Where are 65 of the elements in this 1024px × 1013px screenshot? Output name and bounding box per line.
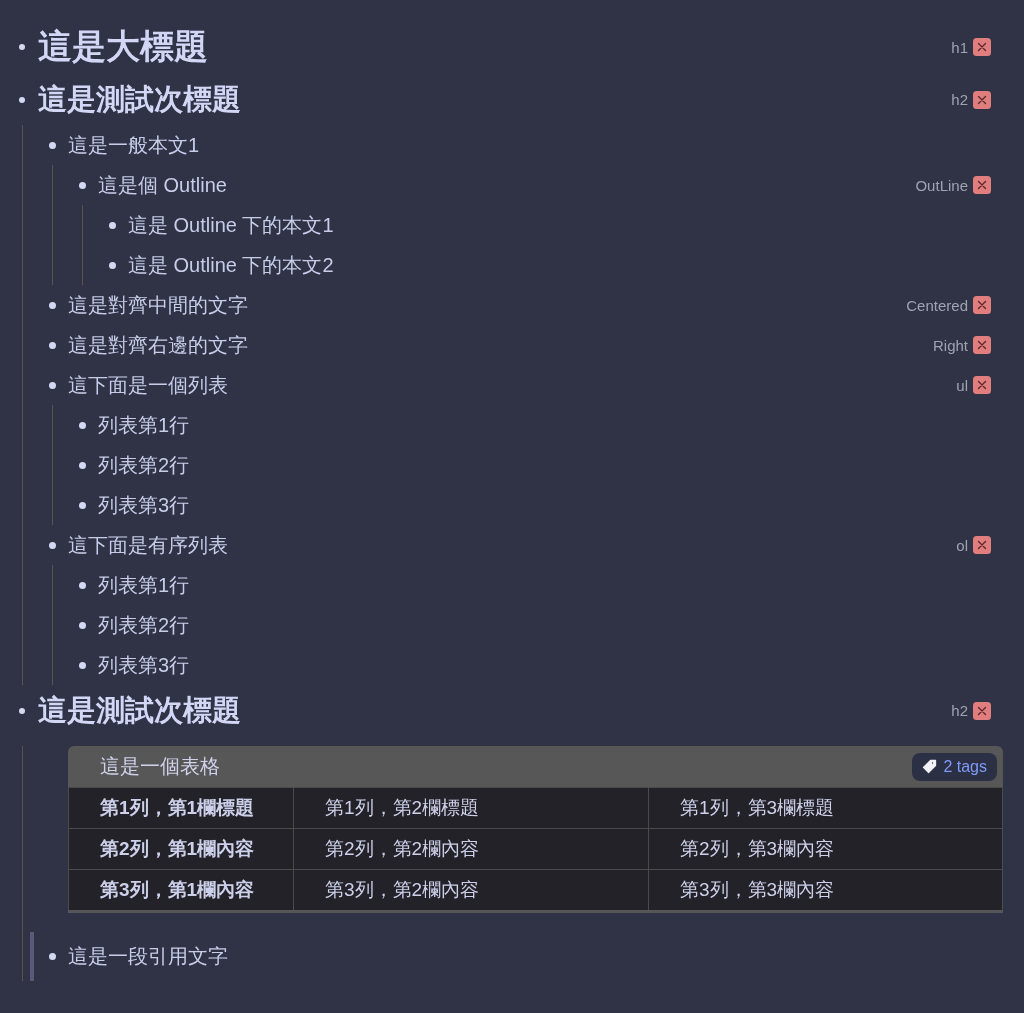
table-cell: 第3列，第2欄內容 xyxy=(293,869,648,910)
subheading-title: 這是測試次標題 xyxy=(38,81,241,117)
outline-item-text: 列表第2行 xyxy=(98,452,190,478)
bullet-icon[interactable] xyxy=(19,707,25,714)
outline-item-text: 列表第3行 xyxy=(98,492,190,518)
bullet-icon[interactable] xyxy=(79,461,86,469)
table-cell: 第2列，第1欄內容 xyxy=(68,828,293,869)
tag-label: ul xyxy=(956,376,968,394)
outline-item-text: 這是一般本文1 xyxy=(68,132,200,158)
tag-label: h1 xyxy=(951,38,968,56)
outline-item-text: 列表第3行 xyxy=(98,652,190,678)
bullet-icon[interactable] xyxy=(49,381,56,389)
table-cell: 第2列，第2欄內容 xyxy=(293,828,648,869)
bullet-icon[interactable] xyxy=(79,421,86,429)
outline-item-text: 這是個 Outline xyxy=(98,172,227,198)
subheading-title: 這是測試次標題 xyxy=(38,692,241,728)
tag-label: OutLine xyxy=(915,176,968,194)
bullet-icon[interactable] xyxy=(49,341,56,349)
bullet-icon[interactable] xyxy=(79,661,86,669)
tag-label: h2 xyxy=(951,702,968,719)
close-icon[interactable] xyxy=(973,336,991,354)
table-cell: 第2列，第3欄內容 xyxy=(648,828,1003,869)
outline-item-text: 這下面是一個列表 xyxy=(68,372,228,398)
close-icon[interactable] xyxy=(973,536,991,554)
tag-label: Right xyxy=(932,336,968,354)
table-cell: 第1列，第1欄標題 xyxy=(68,787,293,828)
bullet-icon[interactable] xyxy=(49,141,56,149)
table-cell: 第3列，第3欄內容 xyxy=(648,869,1003,910)
bullet-icon[interactable] xyxy=(19,44,25,50)
outline-item-text: 這是對齊中間的文字 xyxy=(68,292,248,318)
bullet-icon[interactable] xyxy=(79,181,86,189)
bullet-icon[interactable] xyxy=(49,301,56,309)
table-cell: 第1列，第2欄標題 xyxy=(293,787,648,828)
outline-item-text: 這是 Outline 下的本文2 xyxy=(128,252,334,278)
outline-item-text: 列表第2行 xyxy=(98,612,190,638)
close-icon[interactable] xyxy=(973,701,991,720)
tags-button[interactable]: 2 tags xyxy=(912,752,997,781)
quote-bar xyxy=(30,932,34,981)
outline-item-text: 這是 Outline 下的本文1 xyxy=(128,212,334,238)
tag-label: ol xyxy=(956,536,968,554)
table-cell: 第1列，第3欄標題 xyxy=(648,787,1003,828)
close-icon[interactable] xyxy=(973,376,991,394)
close-icon[interactable] xyxy=(973,176,991,194)
bullet-icon[interactable] xyxy=(109,261,116,269)
bullet-icon[interactable] xyxy=(19,96,25,103)
outline-item-text: 這是對齊右邊的文字 xyxy=(68,332,248,358)
tag-icon xyxy=(922,759,938,774)
bullet-icon[interactable] xyxy=(79,501,86,509)
bullet-icon[interactable] xyxy=(79,581,86,589)
bullet-icon[interactable] xyxy=(49,541,56,549)
outline-item-text: 列表第1行 xyxy=(98,412,190,438)
tag-label: Centered xyxy=(906,296,968,314)
table-title: 這是一個表格 xyxy=(100,754,220,779)
close-icon[interactable] xyxy=(973,90,991,109)
close-icon[interactable] xyxy=(973,38,991,56)
outline-item-text: 這下面是有序列表 xyxy=(68,532,228,558)
bullet-icon[interactable] xyxy=(79,621,86,629)
quote-text: 這是一段引用文字 xyxy=(68,944,228,969)
bullet-icon[interactable] xyxy=(109,221,116,229)
close-icon[interactable] xyxy=(973,296,991,314)
tag-label: h2 xyxy=(951,91,968,108)
table-cell: 第3列，第1欄內容 xyxy=(68,869,293,910)
heading-title: 這是大標題 xyxy=(38,26,208,67)
outline-item-text: 列表第1行 xyxy=(98,572,190,598)
bullet-icon[interactable] xyxy=(49,953,56,960)
